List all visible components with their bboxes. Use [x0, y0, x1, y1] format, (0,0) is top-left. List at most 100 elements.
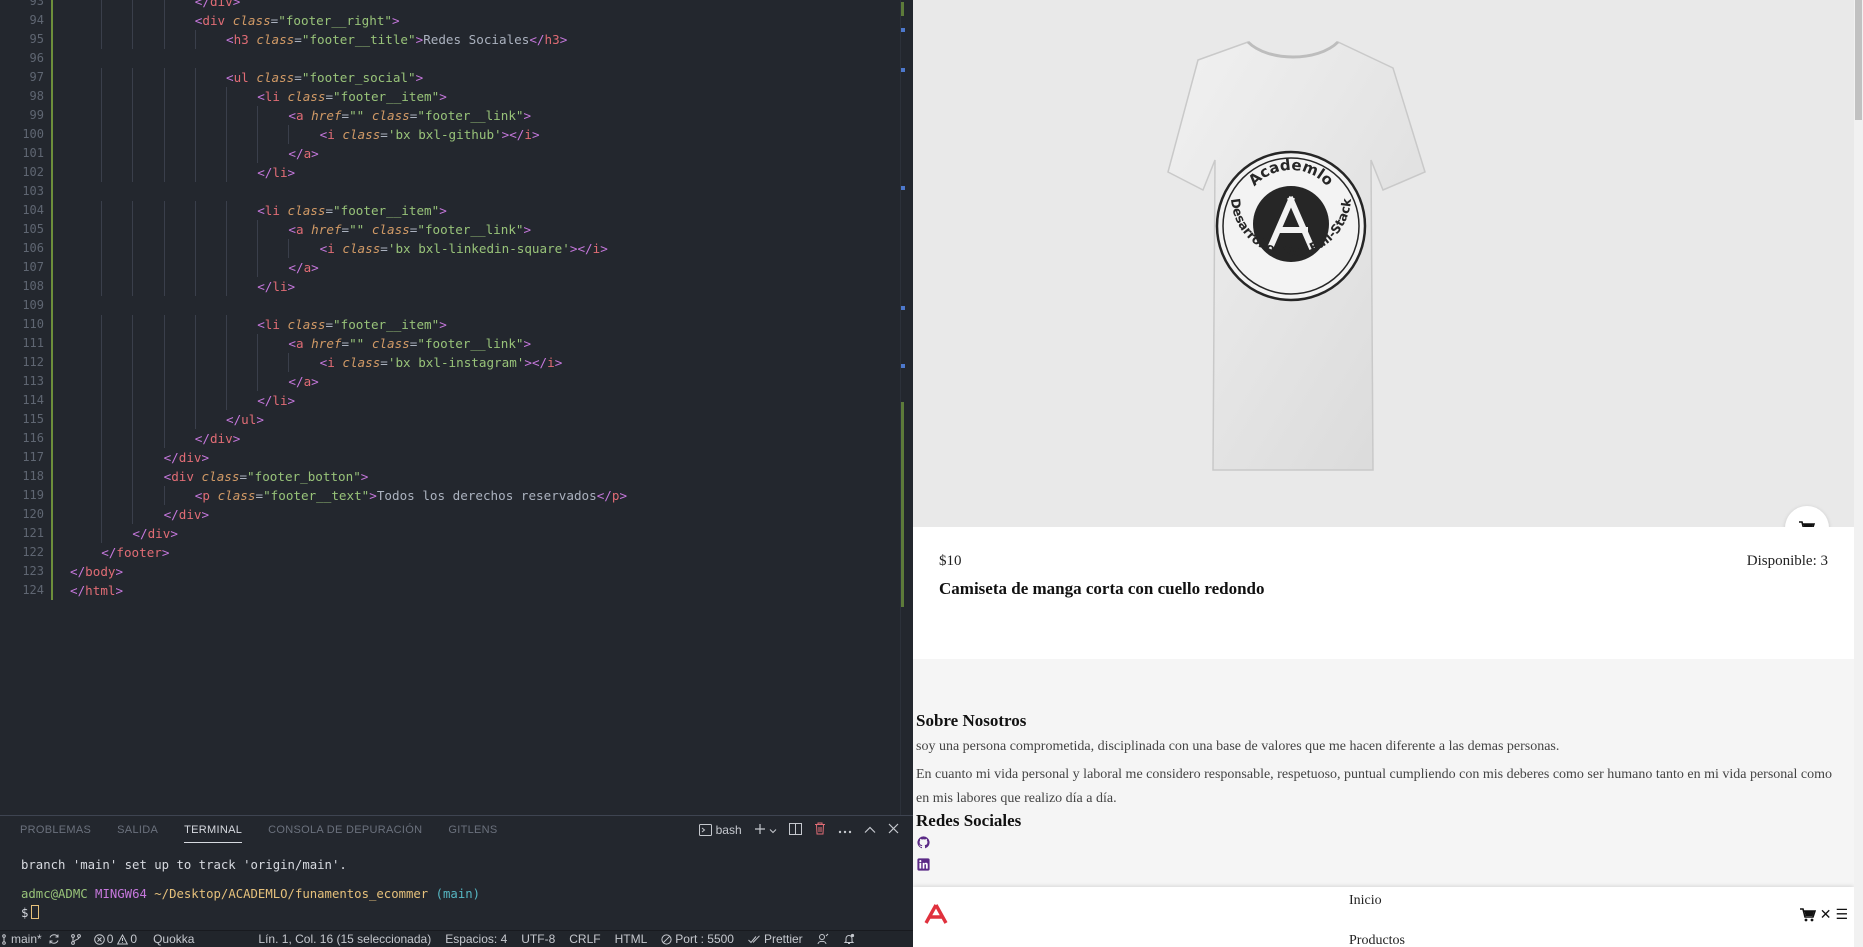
tab-problems[interactable]: PROBLEMAS [20, 824, 91, 843]
language-mode[interactable]: HTML [615, 932, 648, 946]
git-change-marker [51, 87, 53, 106]
code-line[interactable]: 109 [0, 296, 900, 315]
notifications-button[interactable] [843, 933, 855, 945]
code-line[interactable]: 112 <i class='bx bxl-instagram'></i> [0, 353, 900, 372]
indentation-item[interactable]: Espacios: 4 [445, 932, 507, 946]
code-line[interactable]: 102 </li> [0, 163, 900, 182]
kill-terminal-button[interactable] [814, 822, 826, 838]
terminal-input-line[interactable]: $ [21, 904, 480, 923]
code-line[interactable]: 117 </div> [0, 448, 900, 467]
nav-link-home[interactable]: Inicio [1349, 893, 1382, 909]
code-line[interactable]: 111 <a href="" class="footer__link"> [0, 334, 900, 353]
code-token: footer [116, 545, 162, 560]
quokka-item[interactable]: Quokka [153, 932, 194, 946]
code-line[interactable]: 94 <div class="footer__right"> [0, 11, 900, 30]
code-line[interactable]: 98 <li class="footer__item"> [0, 87, 900, 106]
indent-guide [101, 429, 103, 448]
live-server-port[interactable]: Port : 5500 [661, 932, 734, 946]
encoding-item[interactable]: UTF-8 [521, 932, 555, 946]
check-double-icon [748, 934, 760, 943]
code-line[interactable]: 93 </div> [0, 0, 900, 11]
line-number: 119 [22, 488, 44, 502]
tab-terminal[interactable]: TERMINAL [184, 824, 243, 843]
code-text: </li> [257, 391, 295, 410]
scrollbar-thumb[interactable] [1855, 0, 1862, 120]
git-branch-label: main* [11, 932, 42, 946]
line-number: 114 [22, 393, 44, 407]
code-text: </li> [257, 163, 295, 182]
academlo-logo[interactable] [923, 904, 949, 924]
prettier-item[interactable]: Prettier [748, 932, 803, 946]
code-token: i [327, 241, 343, 256]
sync-button[interactable] [48, 933, 60, 945]
cart-icon[interactable] [1799, 908, 1816, 922]
maximize-panel-button[interactable] [864, 823, 876, 837]
split-terminal-button[interactable] [789, 822, 802, 838]
git-change-marker [51, 505, 53, 524]
code-line[interactable]: 104 <li class="footer__item"> [0, 201, 900, 220]
code-line[interactable]: 97 <ul class="footer_social"> [0, 68, 900, 87]
terminal-shell-selector[interactable]: bash [699, 823, 742, 837]
tab-output[interactable]: SALIDA [117, 824, 158, 843]
terminal-branch: (main) [435, 887, 481, 901]
line-number: 112 [22, 355, 44, 369]
eol-item[interactable]: CRLF [569, 932, 600, 946]
product-price: $10 [939, 553, 962, 569]
code-line[interactable]: 101 </a> [0, 144, 900, 163]
code-line[interactable]: 108 </li> [0, 277, 900, 296]
code-editor[interactable]: 93 </div> 94 <div class="footer__right"> 95 <… [0, 0, 913, 815]
menu-icon[interactable]: ☰ [1835, 907, 1848, 923]
code-token: "footer__link" [417, 222, 524, 237]
terminal-output[interactable]: branch 'main' set up to track 'origin/ma… [21, 856, 480, 923]
remote-explorer-button[interactable] [70, 933, 82, 945]
code-line[interactable]: 116 </div> [0, 429, 900, 448]
close-icon[interactable]: ✕ [1820, 907, 1832, 923]
code-line[interactable]: 107 </a> [0, 258, 900, 277]
indent-guide [194, 334, 196, 353]
page-scrollbar[interactable] [1854, 0, 1863, 947]
tab-debug-console[interactable]: CONSOLA DE DEPURACIÓN [268, 824, 422, 843]
code-line[interactable]: 121 </div> [0, 524, 900, 543]
code-line[interactable]: 95 <h3 class="footer__title">Redes Social… [0, 30, 900, 49]
more-actions-button[interactable] [838, 823, 852, 837]
nav-link-products[interactable]: Productos [1349, 933, 1405, 947]
code-line[interactable]: 99 <a href="" class="footer__link"> [0, 106, 900, 125]
code-line[interactable]: 124 </html> [0, 581, 900, 600]
code-token: </ [257, 279, 273, 294]
code-line[interactable]: 105 <a href="" class="footer__link"> [0, 220, 900, 239]
github-icon[interactable] [917, 836, 930, 849]
code-lines[interactable]: 93 </div> 94 <div class="footer__right"> 95 <… [0, 0, 900, 600]
problems-indicator[interactable]: 0 0 [93, 932, 137, 946]
code-line[interactable]: 103 [0, 182, 900, 201]
code-line[interactable]: 119 <p class="footer__text">Todos los der… [0, 486, 900, 505]
code-token: < [288, 108, 296, 123]
code-line[interactable]: 100 <i class='bx bxl-github'></i> [0, 125, 900, 144]
code-line[interactable]: 122 </footer> [0, 543, 900, 562]
code-line[interactable]: 96 [0, 49, 900, 68]
cursor-position[interactable]: Lín. 1, Col. 16 (15 seleccionada) [258, 932, 431, 946]
code-line[interactable]: 110 <li class="footer__item"> [0, 315, 900, 334]
code-token: "footer__item" [333, 89, 440, 104]
code-token: a [295, 336, 312, 351]
new-terminal-button[interactable] [754, 823, 777, 838]
code-line[interactable]: 114 </li> [0, 391, 900, 410]
git-branch-item[interactable]: main* [2, 932, 42, 946]
accounts-button[interactable] [817, 933, 829, 945]
indent-guide [194, 68, 196, 87]
git-change-marker [51, 11, 53, 30]
code-line[interactable]: 115 </ul> [0, 410, 900, 429]
git-change-marker [51, 543, 53, 562]
indent-guide [163, 486, 165, 505]
browser-preview[interactable]: Academlo Desarrollo Web Full-Stack $10 D… [913, 0, 1863, 947]
tab-gitlens[interactable]: GITLENS [448, 824, 497, 843]
code-token: Todos los derechos reservados [376, 488, 597, 503]
code-line[interactable]: 120 </div> [0, 505, 900, 524]
linkedin-icon[interactable] [917, 858, 930, 871]
code-line[interactable]: 113 </a> [0, 372, 900, 391]
code-token: 'bx bxl-instagram' [387, 355, 525, 370]
code-line[interactable]: 123 </body> [0, 562, 900, 581]
code-line[interactable]: 118 <div class="footer_botton"> [0, 467, 900, 486]
line-number: 93 [29, 0, 44, 8]
close-panel-button[interactable] [888, 823, 899, 837]
code-line[interactable]: 106 <i class='bx bxl-linkedin-square'></i… [0, 239, 900, 258]
